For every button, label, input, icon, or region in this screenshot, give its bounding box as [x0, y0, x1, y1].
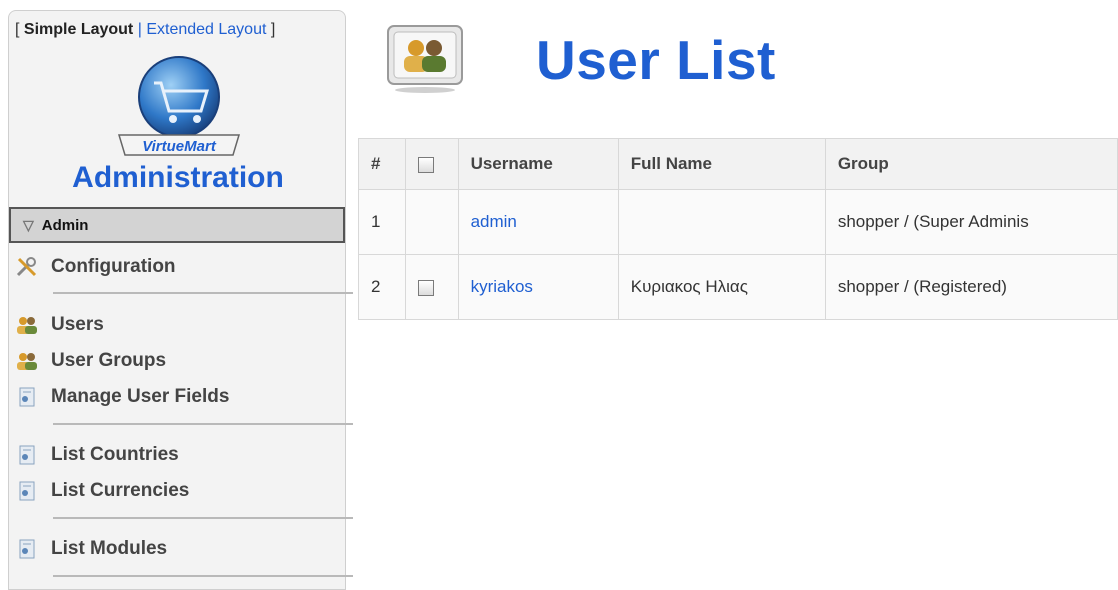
sidebar-item-list-currencies[interactable]: List Currencies [15, 479, 189, 503]
sidebar-item-user-groups[interactable]: User Groups [15, 349, 166, 373]
username-cell: admin [457, 189, 619, 255]
layout-separator: | [137, 21, 142, 38]
row-number: 2 [357, 254, 407, 320]
username-link[interactable]: admin [471, 212, 517, 231]
table-row: 1 admin shopper / (Super Adminis [357, 189, 1118, 255]
sidebar-item-label: List Countries [51, 444, 179, 465]
admin-section-toggle[interactable]: ▽ Admin [9, 207, 345, 243]
sidebar: [ Simple Layout | Extended Layout ] Virt… [8, 10, 353, 590]
administration-title: Administration [72, 161, 284, 194]
user-table: # Username Full Name Group 1 admin shopp… [357, 138, 1118, 320]
sidebar-item-manage-user-fields[interactable]: Manage User Fields [15, 385, 229, 409]
menu-divider [53, 575, 353, 577]
sidebar-item-label: List Currencies [51, 480, 190, 501]
row-select-cell [405, 254, 459, 320]
column-header-select [405, 138, 459, 190]
sidebar-item-list-modules[interactable]: List Modules [15, 537, 167, 561]
extended-layout-link[interactable]: Extended Layout [146, 21, 266, 38]
admin-section-label: Admin [41, 216, 89, 234]
group-cell: shopper / (Super Adminis [824, 189, 1118, 255]
wrench-screwdriver-icon [15, 255, 39, 279]
menu-divider [53, 423, 353, 425]
full-name-cell: Κυριακος Ηλιας [617, 254, 826, 320]
bracket-close: ] [270, 21, 276, 38]
sidebar-item-label: User Groups [51, 350, 167, 371]
group-cell: shopper / (Registered) [824, 254, 1118, 320]
row-select-cell [405, 189, 459, 255]
column-header-group: Group [824, 138, 1118, 190]
sidebar-item-label: Users [51, 314, 104, 335]
list-icon [15, 443, 39, 467]
row-number: 1 [357, 189, 407, 255]
layout-switch: [ Simple Layout | Extended Layout ] [15, 21, 275, 39]
table-row: 2 kyriakos Κυριακος Ηλιας shopper / (Reg… [357, 254, 1118, 320]
column-header-full-name: Full Name [617, 138, 826, 190]
chevron-down-icon: ▽ [23, 216, 34, 233]
row-checkbox[interactable] [418, 279, 435, 296]
list-icon [15, 479, 39, 503]
list-icon [15, 385, 39, 409]
list-icon [15, 537, 39, 561]
svg-text:VirtueMart: VirtueMart [142, 138, 217, 155]
table-header-row: # Username Full Name Group [357, 138, 1118, 190]
sidebar-item-list-countries[interactable]: List Countries [15, 443, 179, 467]
column-header-username: Username [457, 138, 619, 190]
simple-layout-label: Simple Layout [23, 21, 134, 38]
bracket-open: [ [15, 21, 20, 38]
sidebar-item-label: List Modules [51, 538, 168, 559]
full-name-cell [617, 189, 826, 255]
sidebar-item-users[interactable]: Users [15, 313, 104, 337]
menu-divider [53, 292, 353, 294]
users-icon [15, 313, 39, 337]
select-all-checkbox[interactable] [418, 156, 435, 173]
sidebar-item-label: Configuration [51, 256, 176, 277]
page-title: User List [536, 29, 776, 91]
username-cell: kyriakos [457, 254, 619, 320]
sidebar-item-label: Manage User Fields [51, 386, 230, 407]
virtuemart-logo: VirtueMart [117, 56, 241, 156]
menu-divider [53, 517, 353, 519]
sidebar-item-configuration[interactable]: Configuration [15, 255, 176, 279]
users-icon [15, 349, 39, 373]
column-header-number: # [357, 138, 407, 190]
user-list-icon [387, 25, 463, 93]
username-link[interactable]: kyriakos [471, 277, 533, 296]
